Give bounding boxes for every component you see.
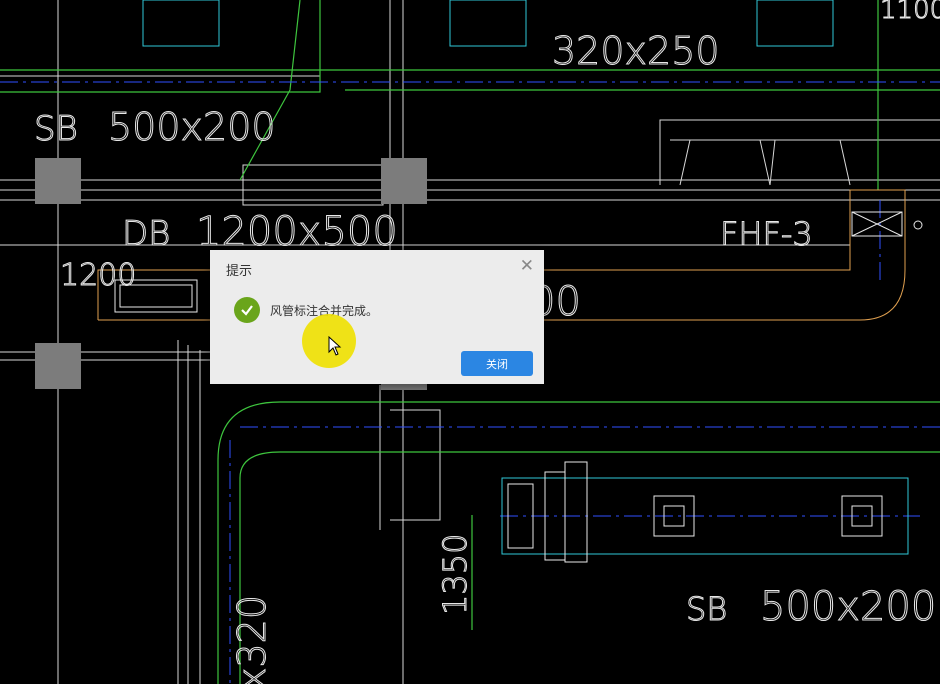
duct-size-label: 500x200 (760, 584, 936, 630)
sb-label: SB (686, 590, 727, 628)
notice-dialog: 提示 ✕ 风管标注合并完成。 关闭 (210, 250, 544, 384)
duct-size-label: 320x250 (552, 29, 720, 73)
duct-size-label: 500x200 (108, 105, 276, 149)
close-button[interactable]: 关闭 (461, 351, 533, 376)
dimension-label: 1350 (436, 534, 474, 615)
dialog-title: 提示 (226, 264, 253, 279)
dimension-label: 1100 (880, 0, 940, 25)
sb-label: SB (34, 109, 78, 149)
db-label: DB (122, 214, 170, 254)
success-check-icon (234, 297, 260, 323)
dimension-label: 1200 (60, 258, 136, 293)
close-icon[interactable]: ✕ (520, 256, 534, 276)
equipment-label: FHF-3 (720, 215, 813, 253)
mouse-cursor-icon (328, 336, 342, 356)
duct-size-label: x320 (230, 595, 274, 684)
duct-size-label: 1200x500 (196, 209, 398, 255)
